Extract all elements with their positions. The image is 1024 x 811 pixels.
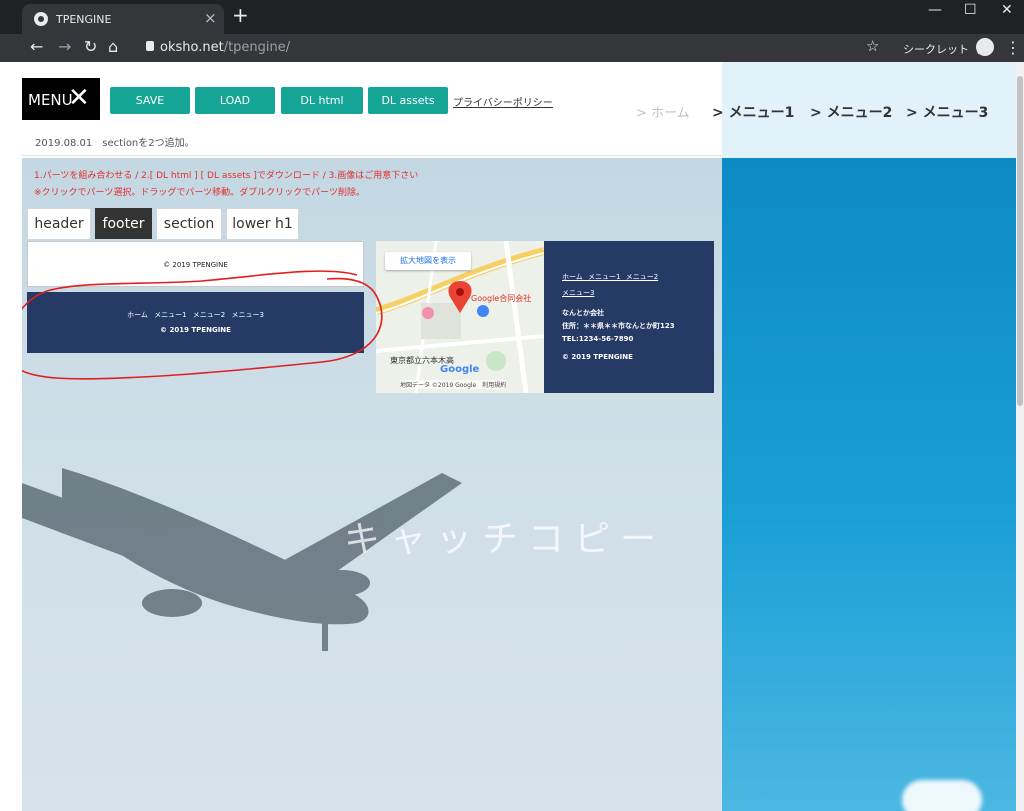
url-text: oksho.net/tpengine/ [160, 40, 291, 55]
dl-assets-button[interactable]: DL assets [368, 87, 448, 114]
footer-links-line[interactable]: メニュー3 [562, 285, 658, 301]
tab-title: TPENGINE [56, 13, 112, 26]
nav-menu1[interactable]: > メニュー1 [712, 102, 794, 122]
tab-close-icon[interactable]: × [204, 9, 217, 27]
load-button[interactable]: LOAD [195, 87, 275, 114]
cloud-image [902, 780, 982, 811]
browser-menu-icon[interactable]: ⋮ [1005, 38, 1021, 57]
sky-image [722, 158, 1016, 811]
forward-icon[interactable]: → [58, 38, 71, 56]
lock-icon [146, 41, 154, 51]
map-place-label: Google合同会社 [471, 294, 532, 303]
home-icon[interactable]: ⌂ [108, 38, 118, 56]
footer-part-simple[interactable]: © 2019 TPENGINE [27, 241, 364, 287]
reload-icon[interactable]: ↻ [84, 38, 97, 56]
back-icon[interactable]: ← [30, 38, 43, 56]
tel-line: TEL:1234-56-7890 [562, 335, 634, 343]
footer-links-line[interactable]: ホーム メニュー1 メニュー2 [562, 269, 658, 285]
footer-part-links[interactable]: ホーム メニュー1 メニュー2 メニュー3 © 2019 TPENGINE [27, 292, 364, 353]
company-name: なんとか会社 [562, 309, 604, 317]
footer-copyright: © 2019 TPENGINE [562, 353, 633, 361]
page-left-margin [0, 62, 22, 811]
page-scrollbar[interactable] [1016, 62, 1024, 811]
tab-footer[interactable]: footer [95, 208, 152, 239]
bookmark-star-icon[interactable]: ☆ [866, 37, 879, 55]
tab-header[interactable]: header [27, 208, 91, 239]
footer-links: ホーム メニュー1 メニュー2 メニュー3 [127, 311, 264, 319]
instruction-line: 1.パーツを組み合わせる / 2.[ DL html ] [ DL assets… [34, 171, 419, 181]
footer-part-map[interactable]: 拡大地図を表示 Google合同会社 東京都立六本木高 Google 地図データ… [376, 241, 714, 393]
nav-menu2[interactable]: > メニュー2 [810, 102, 892, 122]
map-credit: 地図データ ©2019 Google 利用規約 [400, 380, 507, 389]
view-larger-map-button[interactable]: 拡大地図を表示 [385, 252, 471, 270]
footer-links[interactable]: ホーム メニュー1 メニュー2 メニュー3 [562, 269, 658, 301]
company-address: なんとか会社 住所：＊＊県＊＊市なんとか町123 TEL:1234-56-789… [562, 307, 675, 346]
footer-copyright: © 2019 TPENGINE [160, 326, 231, 334]
dl-html-button[interactable]: DL html [281, 87, 363, 114]
menu-label: MENU [28, 91, 73, 109]
address-line: 住所：＊＊県＊＊市なんとか町123 [562, 322, 675, 330]
news-bar: 2019.08.01 sectionを2つ追加。 [22, 126, 722, 156]
incognito-icon[interactable] [976, 38, 994, 56]
nav-home[interactable]: > ホーム [636, 102, 690, 121]
scrollbar-thumb[interactable] [1017, 76, 1023, 406]
save-button[interactable]: SAVE [110, 87, 190, 114]
instruction-line: ※クリックでパーツ選択。ドラッグでパーツ移動。ダブルクリックでパーツ削除。 [34, 188, 366, 198]
page: キャッチコピー > ホーム > メニュー1 > メニュー2 > メニュー3 20… [22, 62, 1016, 811]
footer-company-info: ホーム メニュー1 メニュー2 メニュー3 なんとか会社 住所：＊＊県＊＊市なん… [562, 241, 712, 393]
footer-copyright: © 2019 TPENGINE [163, 261, 228, 269]
new-tab-button[interactable]: + [232, 5, 249, 25]
google-logo: Google [440, 364, 480, 375]
address-bar[interactable]: oksho.net/tpengine/ [134, 37, 884, 59]
tab-section[interactable]: section [156, 208, 222, 239]
globe-icon [34, 12, 48, 26]
close-icon: ✕ [68, 83, 90, 113]
google-map[interactable]: 拡大地図を表示 Google合同会社 東京都立六本木高 Google 地図データ… [376, 241, 544, 393]
privacy-policy-link[interactable]: プライバシーポリシー [453, 94, 553, 109]
close-window-button[interactable]: ✕ [1001, 2, 1013, 18]
nav-menu3[interactable]: > メニュー3 [906, 102, 988, 122]
maximize-button[interactable]: ☐ [964, 2, 977, 18]
browser-tab-bar: TPENGINE × + — ☐ ✕ [0, 0, 1024, 34]
tab-lower-h1[interactable]: lower h1 [226, 208, 299, 239]
minimize-button[interactable]: — [928, 2, 942, 18]
catch-copy: キャッチコピー [344, 519, 667, 560]
news-text: 2019.08.01 sectionを2つ追加。 [35, 138, 195, 149]
browser-tab[interactable]: TPENGINE × [22, 4, 224, 34]
menu-button[interactable]: MENU ✕ [22, 78, 100, 120]
